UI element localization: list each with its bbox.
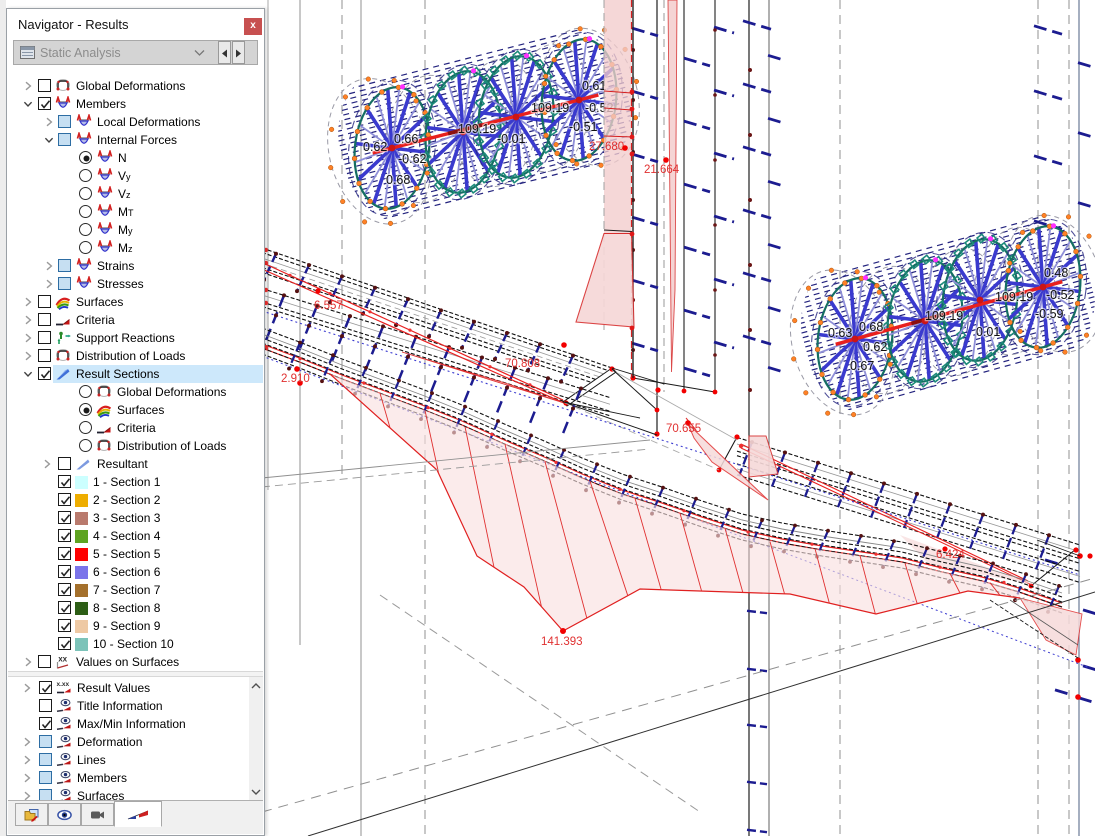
svg-text:0.68: 0.68	[386, 173, 410, 187]
svg-text:0.68: 0.68	[859, 320, 883, 334]
svg-text:0.01: 0.01	[976, 325, 1000, 339]
svg-text:-0.62: -0.62	[398, 152, 427, 166]
svg-text:-0.59: -0.59	[1035, 307, 1064, 321]
svg-text:70.655: 70.655	[666, 423, 701, 435]
svg-text:21.664: 21.664	[644, 164, 680, 176]
svg-text:xx: xx	[58, 655, 67, 664]
svg-text:141.393: 141.393	[541, 636, 583, 648]
svg-text:27.680: 27.680	[589, 141, 624, 153]
svg-text:0.61: 0.61	[582, 79, 606, 93]
svg-text:70.808: 70.808	[505, 358, 540, 370]
svg-text:-0.51: -0.51	[569, 120, 598, 134]
svg-text:109.19: 109.19	[925, 309, 963, 323]
svg-text:2.910: 2.910	[281, 373, 310, 385]
svg-text:109.19: 109.19	[995, 290, 1033, 304]
svg-text:6.557: 6.557	[314, 300, 343, 312]
svg-text:6.424: 6.424	[936, 549, 965, 561]
svg-text:0.62: 0.62	[863, 340, 887, 354]
svg-text:0.63: 0.63	[828, 326, 852, 340]
svg-text:109.19: 109.19	[458, 122, 496, 136]
svg-text:-0.52: -0.52	[1046, 288, 1075, 302]
svg-text:0.67: 0.67	[850, 359, 874, 373]
svg-text:x.xx: x.xx	[57, 681, 70, 688]
svg-text:0.62: 0.62	[363, 140, 387, 154]
svg-text:109.19: 109.19	[531, 101, 569, 115]
svg-text:0.48: 0.48	[1044, 266, 1068, 280]
svg-text:0.66: 0.66	[394, 132, 418, 146]
svg-text:-0.01: -0.01	[497, 132, 526, 146]
